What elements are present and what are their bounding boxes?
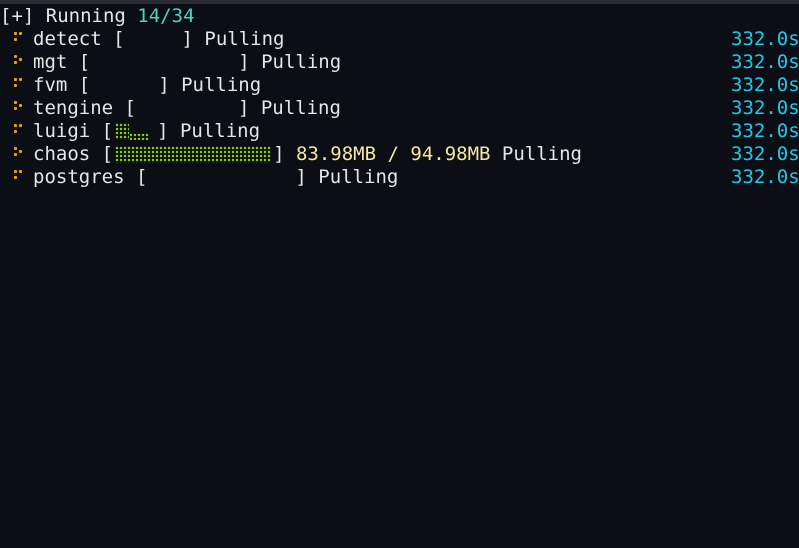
elapsed-time: 332.0s bbox=[731, 166, 799, 188]
service-row-fvm: fvm [] Pulling 332.0s bbox=[0, 74, 799, 97]
braille-spinner-icon bbox=[12, 55, 26, 69]
service-row-luigi: luigi [] Pulling 332.0s bbox=[0, 120, 799, 143]
service-line: mgt [] Pulling bbox=[33, 51, 342, 74]
braille-spinner-icon bbox=[12, 78, 26, 92]
service-name: mgt bbox=[33, 51, 68, 73]
service-line: postgres [] Pulling bbox=[33, 166, 399, 189]
count-separator: / bbox=[160, 5, 172, 27]
download-size: 83.98MB / 94.98MB bbox=[295, 143, 491, 165]
progress-bar bbox=[136, 97, 238, 120]
service-name: chaos bbox=[33, 143, 91, 165]
service-name: tengine bbox=[33, 97, 114, 119]
braille-spinner-icon bbox=[12, 147, 26, 161]
braille-progress-fill bbox=[129, 133, 150, 140]
service-status: Pulling bbox=[318, 166, 399, 188]
running-header: [+] Running 14/34 bbox=[0, 5, 195, 28]
progress-bar bbox=[147, 166, 295, 189]
braille-spinner-icon bbox=[12, 32, 26, 46]
service-row-mgt: mgt [] Pulling 332.0s bbox=[0, 51, 799, 74]
terminal-window[interactable]: [+] Running 14/34 detect [] Pulling 332.… bbox=[0, 0, 799, 548]
service-status: Pulling bbox=[501, 143, 582, 165]
progress-bar bbox=[125, 28, 182, 51]
service-status: Pulling bbox=[261, 51, 342, 73]
service-row-chaos: chaos [] 83.98MB / 94.98MB Pulling 332.0… bbox=[0, 143, 799, 166]
service-name: postgres bbox=[33, 166, 125, 188]
braille-spinner-icon bbox=[12, 124, 26, 138]
service-name: fvm bbox=[33, 74, 68, 96]
elapsed-time: 332.0s bbox=[731, 28, 799, 50]
service-status: Pulling bbox=[179, 120, 261, 142]
service-line: detect [] Pulling bbox=[33, 28, 285, 51]
service-status: Pulling bbox=[260, 97, 341, 119]
elapsed-time: 332.0s bbox=[731, 97, 799, 119]
service-name: detect bbox=[33, 28, 102, 50]
service-status: Pulling bbox=[181, 74, 262, 96]
service-line: luigi [] Pulling bbox=[33, 120, 261, 143]
window-top-border bbox=[0, 0, 799, 4]
service-status: Pulling bbox=[204, 28, 285, 50]
service-line: fvm [] Pulling bbox=[33, 74, 262, 97]
service-row-postgres: postgres [] Pulling 332.0s bbox=[0, 166, 799, 189]
progress-bar bbox=[113, 120, 157, 143]
total-count: 34 bbox=[171, 5, 195, 27]
elapsed-time: 332.0s bbox=[731, 143, 799, 165]
progress-bar bbox=[90, 74, 158, 97]
service-name: luigi bbox=[33, 120, 91, 142]
service-line: chaos [] 83.98MB / 94.98MB Pulling bbox=[33, 143, 582, 166]
elapsed-time: 332.0s bbox=[731, 51, 799, 73]
done-count: 14 bbox=[137, 5, 161, 27]
braille-spinner-icon bbox=[12, 101, 26, 115]
progress-bar bbox=[113, 143, 273, 166]
braille-progress-fill bbox=[115, 123, 130, 140]
progress-bar bbox=[90, 51, 238, 74]
elapsed-time: 332.0s bbox=[731, 74, 799, 96]
header-prefix: [+] Running bbox=[0, 5, 138, 27]
braille-progress-fill bbox=[115, 146, 272, 163]
elapsed-time: 332.0s bbox=[731, 120, 799, 142]
braille-spinner-icon bbox=[12, 170, 26, 184]
service-row-tengine: tengine [] Pulling 332.0s bbox=[0, 97, 799, 120]
service-row-detect: detect [] Pulling 332.0s bbox=[0, 28, 799, 51]
service-line: tengine [] Pulling bbox=[33, 97, 341, 120]
